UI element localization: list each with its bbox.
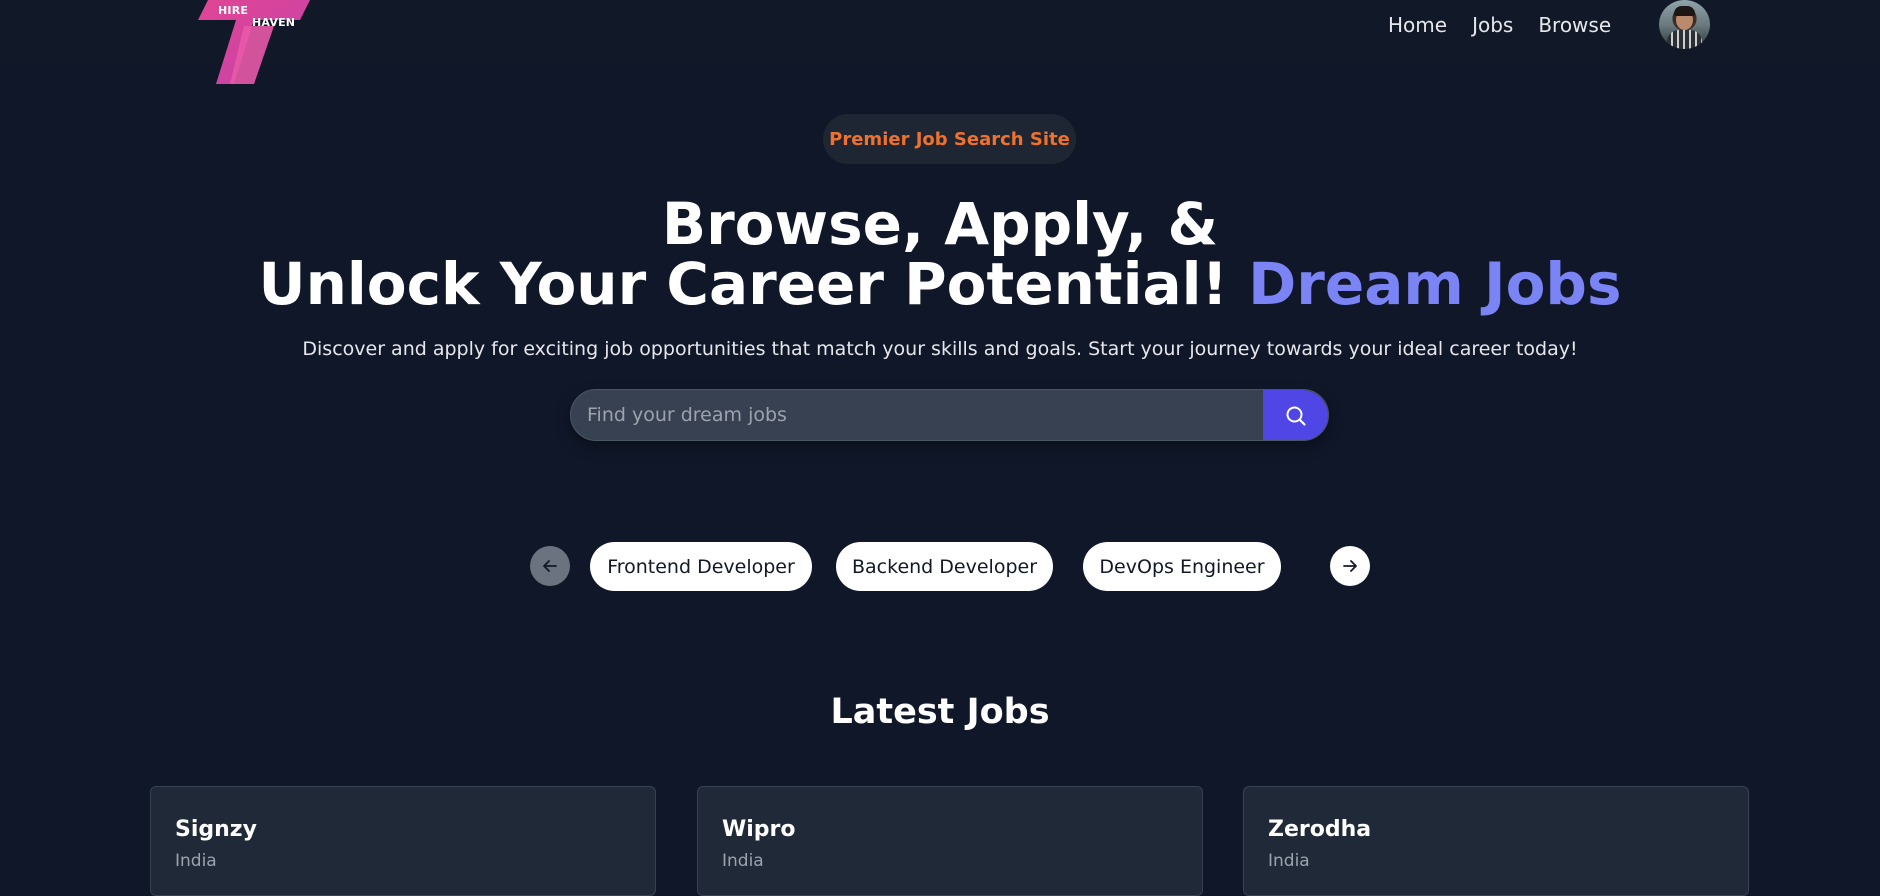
headline-accent: Dream Jobs	[1248, 250, 1622, 318]
search-input[interactable]	[571, 390, 1265, 440]
job-company: Zerodha	[1268, 817, 1372, 842]
avatar-hair	[1674, 6, 1695, 16]
job-card[interactable]: Wipro India	[697, 786, 1203, 896]
carousel-prev-button[interactable]	[530, 546, 570, 586]
nav-link-browse[interactable]: Browse	[1538, 13, 1611, 37]
headline-line-1: Browse, Apply, &	[661, 190, 1219, 258]
category-pill-backend[interactable]: Backend Developer	[836, 542, 1053, 591]
job-card[interactable]: Signzy India	[150, 786, 656, 896]
job-location: India	[175, 851, 217, 871]
category-pill-frontend[interactable]: Frontend Developer	[590, 542, 812, 591]
headline-line-2: Unlock Your Career Potential! Dream Jobs	[0, 254, 1880, 314]
navbar: HIRE HAVEN Home Jobs Browse	[0, 0, 1880, 84]
arrow-left-icon	[543, 560, 557, 572]
carousel-next-button[interactable]	[1330, 546, 1370, 586]
logo-text-haven: HAVEN	[252, 16, 296, 29]
search-bar	[570, 389, 1329, 441]
job-location: India	[722, 851, 764, 871]
search-button[interactable]	[1263, 390, 1328, 440]
job-location: India	[1268, 851, 1310, 871]
category-pill-devops[interactable]: DevOps Engineer	[1083, 542, 1281, 591]
arrow-right-icon	[1343, 560, 1357, 572]
job-company: Wipro	[722, 817, 796, 842]
latest-jobs-title: Latest Jobs	[830, 692, 1050, 732]
nav-link-jobs[interactable]: Jobs	[1472, 13, 1513, 37]
user-avatar[interactable]	[1659, 0, 1710, 49]
tagline-badge: Premier Job Search Site	[823, 114, 1076, 164]
logo-text-hire: HIRE	[218, 4, 249, 17]
nav-link-home[interactable]: Home	[1388, 13, 1447, 37]
headline-prefix: Unlock Your Career Potential!	[258, 250, 1228, 318]
hero-subtext: Discover and apply for exciting job oppo…	[302, 338, 1578, 360]
nav-links: Home Jobs Browse	[1388, 13, 1636, 37]
avatar-shirt	[1667, 30, 1702, 49]
job-company: Signzy	[175, 817, 257, 842]
logo-mark-icon	[198, 0, 310, 84]
search-icon	[1286, 406, 1306, 426]
hire-haven-logo[interactable]: HIRE HAVEN	[196, 0, 310, 84]
job-card[interactable]: Zerodha India	[1243, 786, 1749, 896]
